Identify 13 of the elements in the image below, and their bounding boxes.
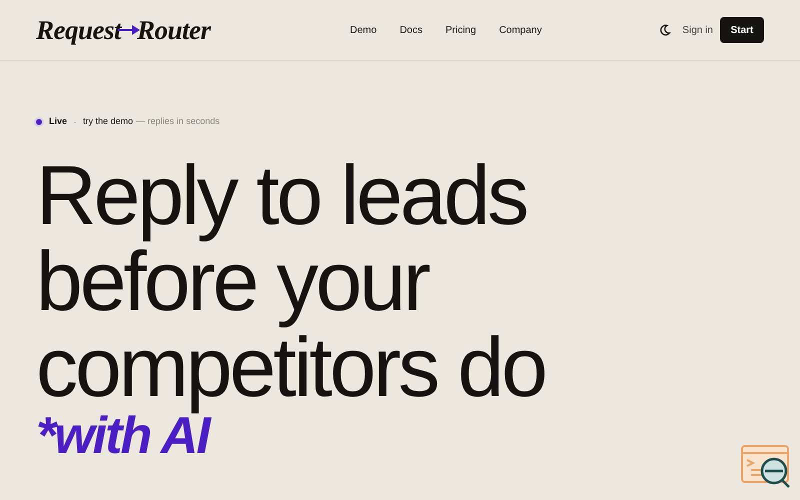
inspect-window-icon[interactable] bbox=[741, 445, 791, 489]
status-label: Live bbox=[49, 115, 68, 128]
badge-note: — replies in seconds bbox=[136, 115, 220, 128]
logo-text: Request bbox=[36, 14, 122, 47]
start-button[interactable]: Start bbox=[720, 17, 764, 43]
demo-link[interactable]: try the demo bbox=[83, 115, 134, 129]
moon-icon[interactable] bbox=[659, 24, 672, 36]
nav-link[interactable]: Docs bbox=[400, 22, 422, 38]
nav-link[interactable]: Pricing bbox=[445, 22, 476, 38]
sign-in-link[interactable]: Sign in bbox=[682, 22, 713, 38]
nav-link[interactable]: Company bbox=[499, 22, 542, 38]
nav-link[interactable]: Demo bbox=[350, 22, 377, 38]
logo-text: Router bbox=[137, 14, 211, 47]
